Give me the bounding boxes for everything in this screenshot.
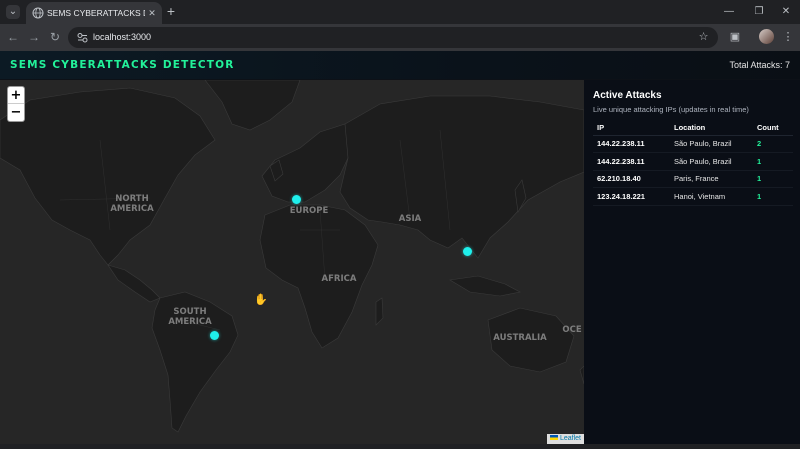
cell-location: Paris, France [670, 170, 753, 188]
extensions-icon[interactable]: ▣ [727, 29, 743, 45]
url-text: localhost:3000 [93, 32, 152, 42]
panel-title: Active Attacks [593, 90, 662, 101]
attack-marker-paris-france[interactable] [291, 194, 301, 204]
cell-count: 1 [753, 187, 793, 206]
grab-hand-cursor-icon: ✋ [254, 294, 268, 306]
map-label-asia: ASIA [399, 214, 422, 224]
table-row[interactable]: 144.22.238.11 São Paulo, Brazil 1 [593, 152, 793, 171]
map-label-north-america-2: AMERICA [110, 204, 154, 214]
zoom-out-button[interactable]: − [8, 104, 24, 121]
attacks-table: IP Location Count 144.22.238.11 São Paul… [593, 121, 793, 206]
panel-subtitle: Live unique attacking IPs (updates in re… [593, 105, 749, 114]
zoom-control: + − [7, 86, 25, 122]
ukraine-flag-icon [549, 435, 558, 440]
table-row[interactable]: 144.22.238.11 São Paulo, Brazil 2 [593, 135, 793, 153]
map-label-australia: AUSTRALIA [493, 333, 547, 343]
cell-ip: 62.210.18.40 [593, 170, 670, 188]
globe-icon [32, 7, 44, 19]
cell-count: 1 [753, 152, 793, 171]
table-header-row: IP Location Count [593, 121, 793, 136]
address-bar[interactable]: localhost:3000 ☆ [68, 27, 718, 48]
cell-ip: 144.22.238.11 [593, 135, 670, 153]
world-basemap: NORTH AMERICA EUROPE ASIA AFRICA SOUTH A… [0, 80, 584, 444]
tab-search-chevron-icon[interactable]: ⌄ [6, 5, 20, 19]
map-label-ocean: OCE [562, 325, 581, 335]
cell-ip: 123.24.18.221 [593, 187, 670, 206]
map-label-africa: AFRICA [322, 274, 357, 284]
site-info-icon[interactable] [76, 31, 89, 44]
map-label-europe: EUROPE [290, 206, 329, 216]
restore-icon[interactable]: ❐ [745, 3, 773, 21]
leaflet-link[interactable]: Leaflet [560, 435, 581, 442]
back-arrow-icon[interactable]: ← [5, 29, 21, 45]
map-label-south-america-1: SOUTH [173, 307, 206, 317]
zoom-in-button[interactable]: + [8, 87, 24, 104]
bookmark-star-icon[interactable]: ☆ [696, 30, 711, 45]
forward-arrow-icon[interactable]: → [26, 29, 42, 45]
cell-count: 1 [753, 170, 793, 188]
tab-title: SEMS CYBERATTACKS DETECTO [47, 8, 145, 18]
profile-avatar[interactable] [759, 29, 774, 44]
map-attribution[interactable]: Leaflet [546, 434, 584, 444]
column-header-location: Location [670, 121, 753, 136]
attack-marker-s-o-paulo-brazil[interactable] [210, 330, 220, 340]
map-label-south-america-2: AMERICA [168, 317, 212, 327]
browser-tab-strip: ⌄ SEMS CYBERATTACKS DETECTO ✕ + — ❐ ✕ [0, 0, 800, 24]
table-row[interactable]: 62.210.18.40 Paris, France 1 [593, 170, 793, 188]
reload-icon[interactable]: ↻ [47, 29, 63, 45]
cell-location: São Paulo, Brazil [670, 135, 753, 153]
minimize-icon[interactable]: — [715, 3, 743, 21]
more-menu-icon[interactable]: ⋮ [780, 29, 796, 45]
cell-count: 2 [753, 135, 793, 153]
window-bottom-edge [0, 444, 800, 449]
cell-location: São Paulo, Brazil [670, 152, 753, 171]
cell-location: Hanoi, Vietnam [670, 187, 753, 206]
close-window-icon[interactable]: ✕ [772, 3, 800, 21]
browser-toolbar: ← → ↻ localhost:3000 ☆ ▣ ⋮ [0, 24, 800, 51]
app-title: SEMS CYBERATTACKS DETECTOR [10, 59, 235, 71]
column-header-count: Count [753, 121, 793, 136]
browser-tab[interactable]: SEMS CYBERATTACKS DETECTO ✕ [26, 2, 162, 24]
app-header: SEMS CYBERATTACKS DETECTOR Total Attacks… [0, 51, 800, 80]
total-attacks-counter: Total Attacks: 7 [729, 60, 790, 70]
attack-map[interactable]: NORTH AMERICA EUROPE ASIA AFRICA SOUTH A… [0, 80, 584, 444]
column-header-ip: IP [593, 121, 670, 136]
active-attacks-panel: Active Attacks Live unique attacking IPs… [584, 80, 800, 444]
cell-ip: 144.22.238.11 [593, 152, 670, 171]
tab-close-icon[interactable]: ✕ [146, 6, 158, 20]
map-label-north-america-1: NORTH [115, 194, 148, 204]
table-row[interactable]: 123.24.18.221 Hanoi, Vietnam 1 [593, 187, 793, 206]
new-tab-icon[interactable]: + [164, 4, 178, 18]
